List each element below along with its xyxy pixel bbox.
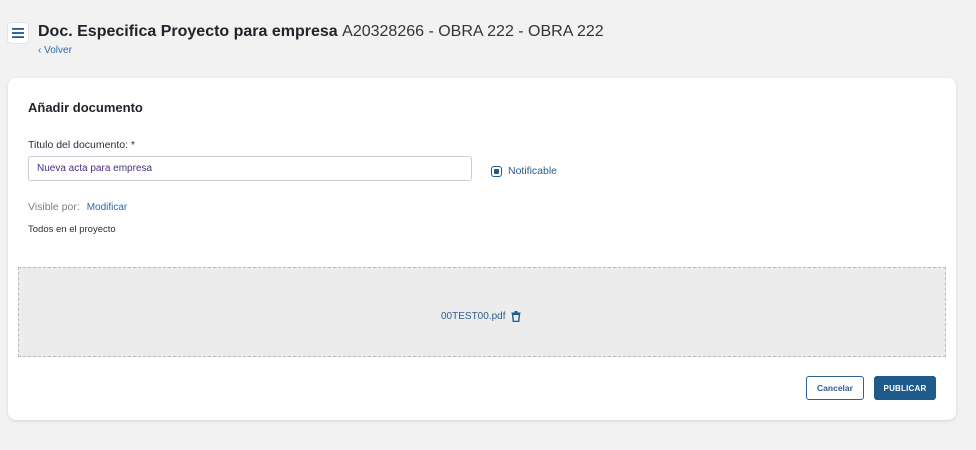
top-bar: Doc. Especifica Proyecto para empresa A2… (0, 0, 976, 76)
page-title: Doc. Especifica Proyecto para empresa A2… (38, 23, 604, 41)
page-title-project: A20328266 - OBRA 222 - OBRA 222 (342, 23, 604, 40)
document-title-input[interactable] (28, 156, 472, 181)
modify-visibility-link[interactable]: Modificar (87, 202, 128, 213)
cancel-button[interactable]: Cancelar (806, 376, 864, 400)
add-document-card: Añadir documento Titulo del documento: *… (8, 78, 956, 420)
card-title: Añadir documento (28, 100, 143, 115)
back-link[interactable]: ‹ Volver (38, 45, 72, 56)
hamburger-menu-icon (12, 28, 24, 38)
trash-icon[interactable] (511, 311, 521, 322)
document-title-label: Titulo del documento: * (28, 139, 136, 151)
visible-by-label: Visible por: (28, 201, 80, 213)
file-dropzone[interactable]: 00TEST00.pdf (18, 267, 946, 357)
uploaded-file: 00TEST00.pdf (441, 311, 521, 322)
publish-button[interactable]: PUBLICAR (874, 376, 936, 400)
file-name[interactable]: 00TEST00.pdf (441, 311, 505, 322)
visible-by-value: Todos en el proyecto (28, 224, 116, 235)
checkbox-checked-icon (491, 165, 502, 177)
page-title-main: Doc. Especifica Proyecto para empresa (38, 23, 338, 40)
notifiable-checkbox[interactable]: Notificable (491, 165, 557, 177)
notifiable-label: Notificable (508, 165, 558, 177)
menu-button[interactable] (8, 23, 28, 43)
visibility-row: Visible por: Modificar (28, 201, 127, 213)
